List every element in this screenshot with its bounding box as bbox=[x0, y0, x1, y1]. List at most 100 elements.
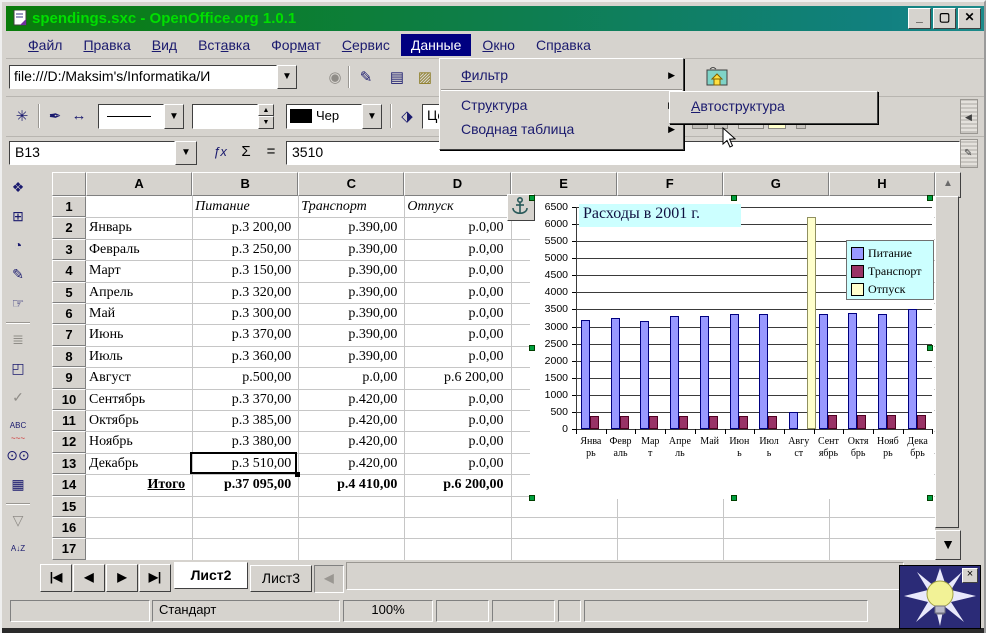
chart-handle[interactable] bbox=[731, 195, 737, 201]
arrow-ends-icon[interactable]: ↔ bbox=[68, 107, 90, 124]
insert-graphics-icon[interactable]: ◰ bbox=[5, 357, 31, 381]
next-sheet-button[interactable]: ▶ bbox=[106, 564, 138, 592]
month-cell[interactable]: Май bbox=[89, 303, 185, 324]
month-cell[interactable]: Август bbox=[89, 367, 185, 388]
menu-item-Файл[interactable]: Файл bbox=[18, 34, 72, 56]
sort-ascending-icon[interactable]: A↓Z bbox=[5, 538, 31, 560]
edit-points-icon[interactable]: ✳ bbox=[10, 107, 34, 125]
row-header-2[interactable]: 2 bbox=[52, 217, 86, 238]
month-cell[interactable]: Ноябрь bbox=[89, 431, 185, 452]
transport-cell[interactable]: р.420,00 bbox=[301, 431, 397, 452]
row-header-9[interactable]: 9 bbox=[52, 367, 86, 388]
month-cell[interactable]: Июнь bbox=[89, 324, 185, 345]
data-menu-item-Сводная таблица[interactable]: Сводная таблица▶ bbox=[440, 117, 683, 141]
open-folder-icon[interactable]: ▨ bbox=[414, 68, 436, 86]
food-cell[interactable]: р.3 150,00 bbox=[195, 260, 291, 281]
transport-cell[interactable]: р.390,00 bbox=[301, 324, 397, 345]
menu-item-Окно[interactable]: Окно bbox=[472, 34, 525, 56]
chart-handle[interactable] bbox=[529, 495, 535, 501]
month-cell[interactable]: Декабрь bbox=[89, 453, 185, 474]
close-button[interactable]: ✕ bbox=[958, 8, 981, 29]
month-cell[interactable]: Апрель bbox=[89, 282, 185, 303]
line-width-up-arrow[interactable]: ▲ bbox=[258, 104, 274, 116]
bar-Транспорт[interactable] bbox=[679, 416, 688, 429]
bar-Отпуск[interactable] bbox=[807, 217, 816, 429]
chart-object[interactable]: 0500100015002000250030003500400045005000… bbox=[530, 196, 934, 499]
row-header-3[interactable]: 3 bbox=[52, 239, 86, 260]
vacation-cell[interactable]: р.0,00 bbox=[407, 324, 503, 345]
edit-file-icon[interactable]: ✎ bbox=[355, 68, 377, 86]
month-cell[interactable]: Октябрь bbox=[89, 410, 185, 431]
column-header-G[interactable]: G bbox=[723, 172, 829, 196]
month-cell[interactable]: Июль bbox=[89, 346, 185, 367]
sum-icon[interactable]: Σ bbox=[235, 143, 257, 160]
line-width-input[interactable] bbox=[192, 104, 258, 129]
menu-item-Вид[interactable]: Вид bbox=[142, 34, 187, 56]
row-header-14[interactable]: 14 bbox=[52, 474, 86, 495]
first-sheet-button[interactable]: |◀ bbox=[40, 564, 72, 592]
food-cell[interactable]: р.3 370,00 bbox=[195, 324, 291, 345]
vacation-cell[interactable]: р.0,00 bbox=[407, 260, 503, 281]
transport-cell[interactable]: р.390,00 bbox=[301, 303, 397, 324]
vacation-cell[interactable]: р.0,00 bbox=[407, 431, 503, 452]
transport-cell[interactable]: р.0,00 bbox=[301, 367, 397, 388]
gallery-icon[interactable] bbox=[706, 67, 728, 87]
find-replace-icon[interactable]: ⊙⊙ bbox=[5, 444, 31, 468]
bar-Питание[interactable] bbox=[581, 320, 590, 429]
chart-handle[interactable] bbox=[529, 195, 535, 201]
row-header-7[interactable]: 7 bbox=[52, 324, 86, 345]
food-cell[interactable]: р.3 300,00 bbox=[195, 303, 291, 324]
menu-item-Данные[interactable]: Данные bbox=[401, 34, 472, 56]
transport-cell[interactable]: р.390,00 bbox=[301, 217, 397, 238]
last-sheet-button[interactable]: ▶| bbox=[139, 564, 171, 592]
column-header-D[interactable]: D bbox=[404, 172, 510, 196]
bar-Транспорт[interactable] bbox=[649, 416, 658, 429]
column-header-H[interactable]: H bbox=[829, 172, 935, 196]
transport-cell[interactable]: р.390,00 bbox=[301, 346, 397, 367]
data-menu-item-Фильтр[interactable]: Фильтр▶ bbox=[440, 63, 683, 87]
vacation-cell[interactable]: р.0,00 bbox=[407, 389, 503, 410]
scroll-up-arrow[interactable]: ▲ bbox=[935, 172, 961, 198]
food-cell[interactable]: р.500,00 bbox=[195, 367, 291, 388]
data-menu-item-Структура[interactable]: Структура▶ bbox=[440, 93, 683, 117]
row-header-10[interactable]: 10 bbox=[52, 389, 86, 410]
menu-item-Сервис[interactable]: Сервис bbox=[332, 34, 400, 56]
prev-sheet-button[interactable]: ◀ bbox=[73, 564, 105, 592]
horizontal-scrollbar-track[interactable] bbox=[346, 562, 904, 590]
food-cell[interactable]: р.3 200,00 bbox=[195, 217, 291, 238]
row-header-12[interactable]: 12 bbox=[52, 431, 86, 452]
insert-chart-icon[interactable]: ◔ bbox=[5, 234, 31, 258]
toolbar-overflow-arrow-icon[interactable]: ◀ bbox=[965, 112, 972, 123]
food-cell[interactable]: р.3 370,00 bbox=[195, 389, 291, 410]
transport-cell[interactable]: р.390,00 bbox=[301, 260, 397, 281]
fill-color-icon[interactable]: ⬗ bbox=[396, 107, 418, 125]
vacation-cell[interactable]: р.0,00 bbox=[407, 217, 503, 238]
menu-item-Формат[interactable]: Формат bbox=[261, 34, 331, 56]
month-cell[interactable]: Сентябрь bbox=[89, 389, 185, 410]
bar-Транспорт[interactable] bbox=[620, 416, 629, 429]
vacation-cell[interactable]: р.0,00 bbox=[407, 453, 503, 474]
bar-Транспорт[interactable] bbox=[590, 416, 599, 429]
maximize-button[interactable]: ▢ bbox=[933, 8, 956, 29]
equals-icon[interactable]: = bbox=[260, 143, 282, 160]
chart-handle[interactable] bbox=[927, 345, 933, 351]
chart-title[interactable]: Расходы в 2001 г. bbox=[579, 204, 741, 227]
help-agent[interactable]: × bbox=[899, 565, 981, 629]
bar-Питание[interactable] bbox=[611, 318, 620, 429]
bar-Питание[interactable] bbox=[700, 316, 709, 429]
toolbar-overflow-strip[interactable]: ◀ bbox=[960, 99, 978, 134]
function-wizard-icon[interactable]: ƒx bbox=[208, 144, 232, 159]
vacation-cell[interactable]: р.0,00 bbox=[407, 410, 503, 431]
line-width-down-arrow[interactable]: ▼ bbox=[258, 116, 274, 129]
transport-cell[interactable]: р.420,00 bbox=[301, 410, 397, 431]
help-agent-close-button[interactable]: × bbox=[962, 568, 978, 583]
total-value-cell[interactable]: р.37 095,00 bbox=[195, 474, 291, 495]
bar-Транспорт[interactable] bbox=[739, 416, 748, 429]
bar-Питание[interactable] bbox=[848, 313, 857, 429]
col-title-cell[interactable]: Транспорт bbox=[301, 196, 397, 217]
food-cell[interactable]: р.3 250,00 bbox=[195, 239, 291, 260]
corner-box[interactable] bbox=[52, 172, 86, 196]
vacation-cell[interactable]: р.0,00 bbox=[407, 303, 503, 324]
url-input[interactable]: file:///D:/Maksim's/Informatika/И bbox=[9, 65, 277, 89]
vacation-cell[interactable]: р.0,00 bbox=[407, 282, 503, 303]
